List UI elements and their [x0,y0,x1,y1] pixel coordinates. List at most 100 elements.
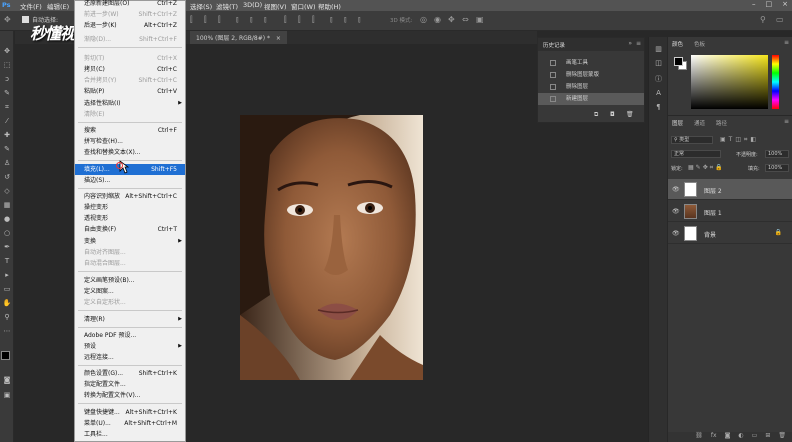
layer-row[interactable]: 👁 图层 2 [668,179,792,200]
menu-item-search[interactable]: 搜索 Ctrl+F [75,125,185,136]
close-icon[interactable]: × [782,0,788,8]
menu-item-assign-profile[interactable]: 指定配置文件... [75,379,185,390]
menu-item-define-pattern[interactable]: 定义图案... [75,286,185,297]
foreground-color-swatch[interactable] [1,351,10,360]
align-center-icon[interactable]: ⫿ [204,16,212,24]
character-icon[interactable]: ¶ [654,103,663,112]
properties-icon[interactable]: ◫ [654,59,663,68]
adjustment-icon[interactable]: ◐ [738,432,743,442]
eyedropper-icon[interactable]: ⁄ [2,117,12,126]
paragraph-icon[interactable]: A [654,89,663,98]
menu-item-fade[interactable]: 渐隐(D)... Shift+Ctrl+F [75,34,185,45]
3d-pan-icon[interactable]: ✥ [448,16,456,24]
menu-filter[interactable]: 滤镜(T) [216,1,238,11]
distribute-5-icon[interactable]: ⫾ [344,16,352,24]
history-panel-title[interactable]: 历史记录 [543,41,565,49]
collapse-icon[interactable]: » [628,40,632,47]
history-item[interactable]: 删除图层 [538,81,644,93]
info-icon[interactable]: ⓘ [654,75,663,84]
align-middle-icon[interactable]: ⫾ [250,16,258,24]
distribute-3-icon[interactable]: ⫿ [312,16,320,24]
healing-brush-icon[interactable]: ✚ [2,131,12,140]
eraser-tool-icon[interactable]: ◇ [2,187,12,196]
brush-tool-icon[interactable]: ✎ [2,145,12,154]
search-icon[interactable]: ⚲ [760,16,768,24]
menu-item-menus[interactable]: 菜单(U)... Alt+Shift+Ctrl+M [75,418,185,429]
tab-swatches[interactable]: 色板 [694,40,705,48]
align-bottom-icon[interactable]: ⫾ [264,16,272,24]
panel-menu-icon[interactable]: ≡ [636,40,641,47]
filter-icons[interactable]: ▣T◫⌗◧ [720,136,759,144]
new-layer-icon[interactable]: ⊞ [765,432,770,442]
menu-item-purge[interactable]: 清理(R) ▶ [75,314,185,325]
distribute-4-icon[interactable]: ⫾ [330,16,338,24]
quick-select-icon[interactable]: ✎ [2,89,12,98]
menu-view[interactable]: 视图(V) [264,1,287,11]
menu-item-clear[interactable]: 清除(E) [75,109,185,120]
tab-color[interactable]: 颜色 [672,40,683,48]
align-left-icon[interactable]: ⫿ [190,16,198,24]
lasso-tool-icon[interactable]: ↄ [2,75,12,84]
tab-layers[interactable]: 图层 [672,119,683,127]
ps-logo[interactable]: Ps [2,1,11,9]
menu-item-spell-check[interactable]: 拼写检查(H)... [75,136,185,147]
menu-item-keyboard-shortcuts[interactable]: 键盘快捷键... Alt+Shift+Ctrl+K [75,407,185,418]
more-tools-icon[interactable]: ⋯ [2,327,12,336]
tab-paths[interactable]: 路径 [716,119,727,127]
layer-row[interactable]: 👁 图层 1 [668,201,792,222]
menu-select[interactable]: 选择(S) [190,1,212,11]
distribute-1-icon[interactable]: ⫿ [284,16,292,24]
pen-tool-icon[interactable]: ✒ [2,243,12,252]
menu-item-cut[interactable]: 剪切(T) Ctrl+X [75,53,185,64]
color-field[interactable] [691,55,768,109]
trash-icon[interactable]: 🗑 [626,111,634,118]
menu-item-step-backward[interactable]: 后退一步(K) Alt+Ctrl+Z [75,20,185,31]
visibility-eye-icon[interactable]: 👁 [672,208,680,215]
menu-item-color-settings[interactable]: 颜色设置(G)... Shift+Ctrl+K [75,368,185,379]
snapshot-icon[interactable]: ◘ [610,111,615,118]
crop-tool-icon[interactable]: ⌗ [2,103,12,112]
history-item[interactable]: 画笔工具 [538,57,644,69]
gradient-tool-icon[interactable]: ▦ [2,201,12,210]
history-item[interactable]: 删除图层蒙版 [538,69,644,81]
menu-item-step-forward[interactable]: 前进一步(W) Shift+Ctrl+Z [75,9,185,20]
auto-select-checkbox[interactable] [22,16,29,23]
trash-icon[interactable]: 🗑 [778,432,786,442]
zoom-tool-icon[interactable]: ⚲ [2,313,12,322]
menu-item-toolbar[interactable]: 工具栏... [75,429,185,440]
visibility-eye-icon[interactable]: 👁 [672,230,680,237]
align-top-icon[interactable]: ⫾ [236,16,244,24]
hand-tool-icon[interactable]: ✋ [2,299,12,308]
align-right-icon[interactable]: ⫿ [218,16,226,24]
canvas-image[interactable] [240,115,423,380]
distribute-6-icon[interactable]: ⫾ [358,16,366,24]
menu-file[interactable]: 文件(F) [20,1,42,11]
distribute-2-icon[interactable]: ⫿ [298,16,306,24]
menu-3d[interactable]: 3D(D) [243,1,262,9]
layer-kind-filter[interactable]: ⚲ 类型 [671,136,713,144]
menu-item-paste[interactable]: 粘贴(P) Ctrl+V [75,86,185,97]
add-mask-icon[interactable]: ◙ [725,432,731,442]
group-icon[interactable]: ▭ [752,432,758,442]
menu-item-fill[interactable]: 填充(L)... Shift+F5 [75,164,185,175]
hue-slider[interactable] [772,55,779,109]
menu-item-presets[interactable]: 预设 ▶ [75,341,185,352]
marquee-tool-icon[interactable]: ⬚ [2,61,12,70]
menu-item-auto-blend[interactable]: 自动混合图层... [75,258,185,269]
move-tool-icon[interactable]: ✥ [4,16,12,24]
menu-item-define-shape[interactable]: 定义自定形状... [75,297,185,308]
clone-stamp-icon[interactable]: ♙ [2,159,12,168]
menu-item-pdf-presets[interactable]: Adobe PDF 预设... [75,330,185,341]
menu-item-content-aware-scale[interactable]: 内容识别缩放 Alt+Shift+Ctrl+C [75,191,185,202]
menu-item-undo[interactable]: 还原新建图层(O) Ctrl+Z [75,0,185,9]
menu-item-free-transform[interactable]: 自由变换(F) Ctrl+T [75,224,185,235]
menu-window[interactable]: 窗口(W) [291,1,316,11]
panel-menu-icon[interactable]: ≡ [784,39,789,46]
menu-edit[interactable]: 编辑(E) [47,1,69,11]
tab-channels[interactable]: 通道 [694,119,705,127]
3d-roll-icon[interactable]: ◉ [434,16,442,24]
document-tab[interactable]: 100% (图层 2, RGB/8#) * × [190,31,287,44]
panel-menu-icon[interactable]: ≡ [784,118,789,125]
minimize-icon[interactable]: – [752,0,756,8]
history-brush-icon[interactable]: ↺ [2,173,12,182]
